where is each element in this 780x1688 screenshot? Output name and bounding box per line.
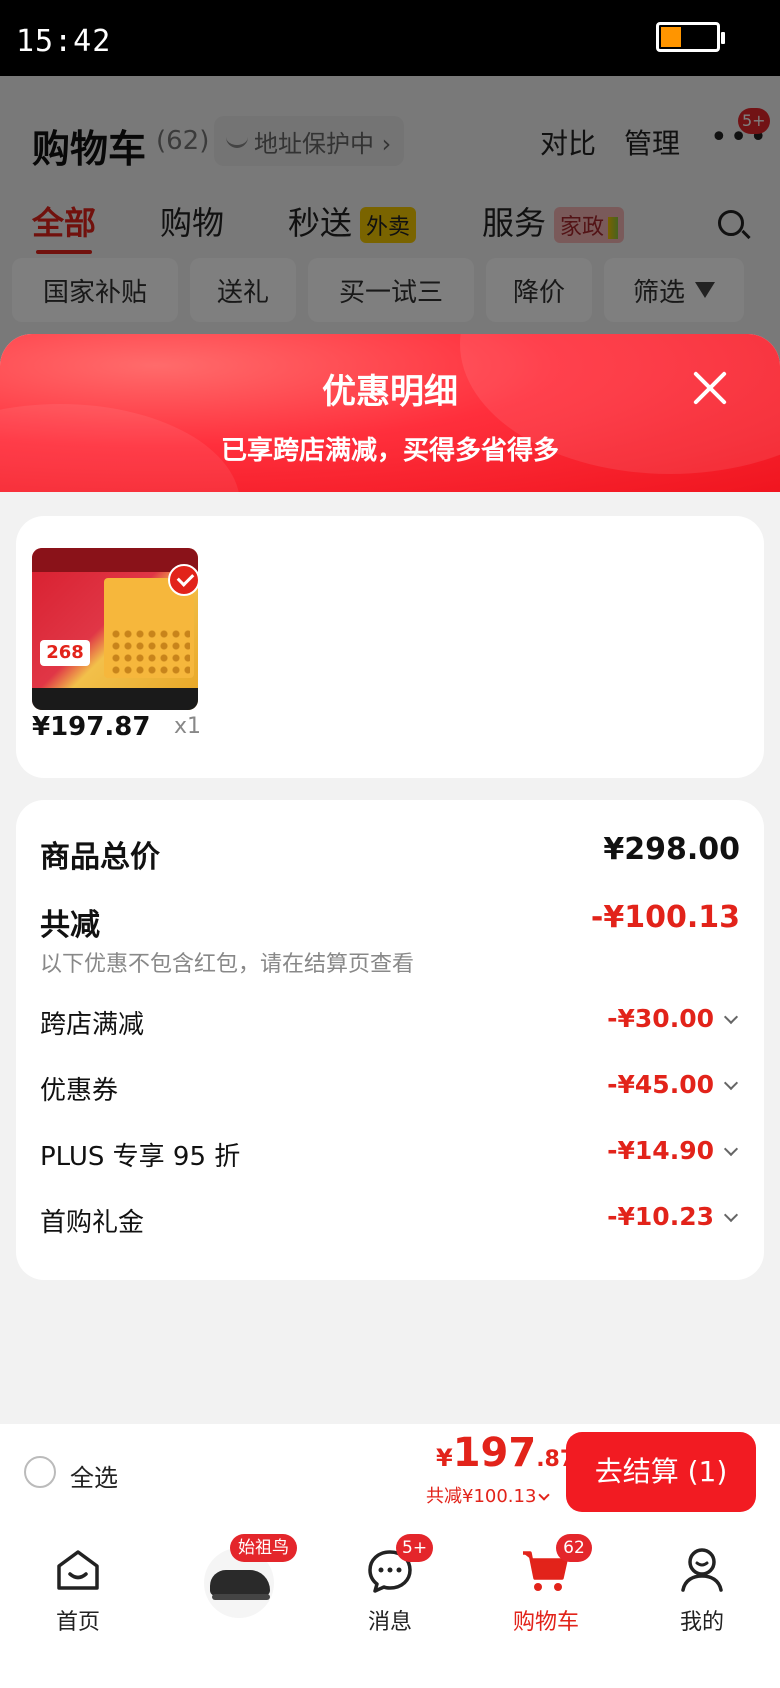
product-quantity: x1 [174,714,202,739]
bottom-tab-bar: 首页 始祖鸟 5+ 消息 62 购物车 我的 [0,1518,780,1688]
tab-label: 首页 [55,1610,100,1635]
select-all-checkbox[interactable] [24,1456,56,1488]
sheet-header: 优惠明细 已享跨店满减，买得多省得多 [0,334,780,604]
close-icon[interactable] [688,366,732,410]
checkout-bar: 全选 ¥197.87 共减¥100.13 去结算 (1) [0,1424,780,1518]
image-price-tag: 268 [40,640,90,666]
total-reduction-label: 共减 [40,908,100,943]
battery-icon [656,22,725,52]
tab-label: 消息 [367,1610,412,1635]
product-price: ¥197.87 [32,712,151,742]
cart-badge: 62 [556,1534,592,1562]
discount-label: 优惠券 [40,1076,119,1106]
discount-value: -¥30.00 [607,1004,714,1033]
total-price: ¥197.87 [436,1430,575,1476]
tab-label: 我的 [679,1610,724,1635]
discount-value: -¥14.90 [607,1136,714,1165]
currency-symbol: ¥ [436,1444,453,1472]
total-price-label: 商品总价 [40,840,160,875]
tab-messages[interactable]: 5+ 消息 [312,1530,468,1640]
product-image[interactable]: 268 [32,548,198,710]
price-summary-card: 商品总价 ¥298.00 共减 -¥100.13 以下优惠不包含红包，请在结算页… [16,800,764,1280]
tab-label: 购物车 [512,1610,579,1635]
total-savings[interactable]: 共减¥100.13 [426,1482,551,1508]
checkout-button[interactable]: 去结算 (1) [566,1432,756,1512]
discount-label: 首购礼金 [40,1208,145,1238]
total-price-row: 商品总价 ¥298.00 [40,832,740,876]
status-time: 15:42 [16,24,112,59]
total-reduction-row: 共减 -¥100.13 [40,900,740,944]
note-text: 以下优惠不包含红包，请在结算页查看 [40,952,415,977]
tab-promo[interactable]: 始祖鸟 [156,1530,312,1640]
discount-value: -¥10.23 [607,1202,714,1231]
discount-row[interactable]: 优惠券 -¥45.00 [40,1070,740,1110]
status-bar: 15:42 [0,0,780,76]
selected-check-icon [168,564,198,596]
tab-profile[interactable]: 我的 [624,1530,780,1640]
red-packet-note: 以下优惠不包含红包，请在结算页查看 [40,946,740,977]
sheet-title: 优惠明细 [322,372,458,412]
home-icon [57,1550,99,1590]
chevron-down-icon [538,1489,551,1501]
message-badge: 5+ [396,1534,434,1562]
discount-value: -¥45.00 [607,1070,714,1099]
discount-row[interactable]: 跨店满减 -¥30.00 [40,1004,740,1044]
tab-home[interactable]: 首页 [0,1530,156,1640]
discount-label: PLUS 专享 95 折 [40,1142,241,1172]
select-all-label[interactable]: 全选 [70,1458,118,1493]
total-integer: 197 [452,1430,537,1476]
product-card: 268 ¥197.87 x1 [16,516,764,778]
profile-icon [681,1548,723,1592]
tab-cart[interactable]: 62 购物车 [468,1530,624,1640]
promo-tag: 始祖鸟 [230,1534,297,1562]
discount-label: 跨店满减 [40,1010,145,1040]
total-price-value: ¥298.00 [603,832,740,867]
sheet-subtitle: 已享跨店满减，买得多省得多 [220,436,559,466]
discount-row[interactable]: PLUS 专享 95 折 -¥14.90 [40,1136,740,1176]
total-reduction-value: -¥100.13 [590,900,740,935]
discount-row[interactable]: 首购礼金 -¥10.23 [40,1202,740,1242]
